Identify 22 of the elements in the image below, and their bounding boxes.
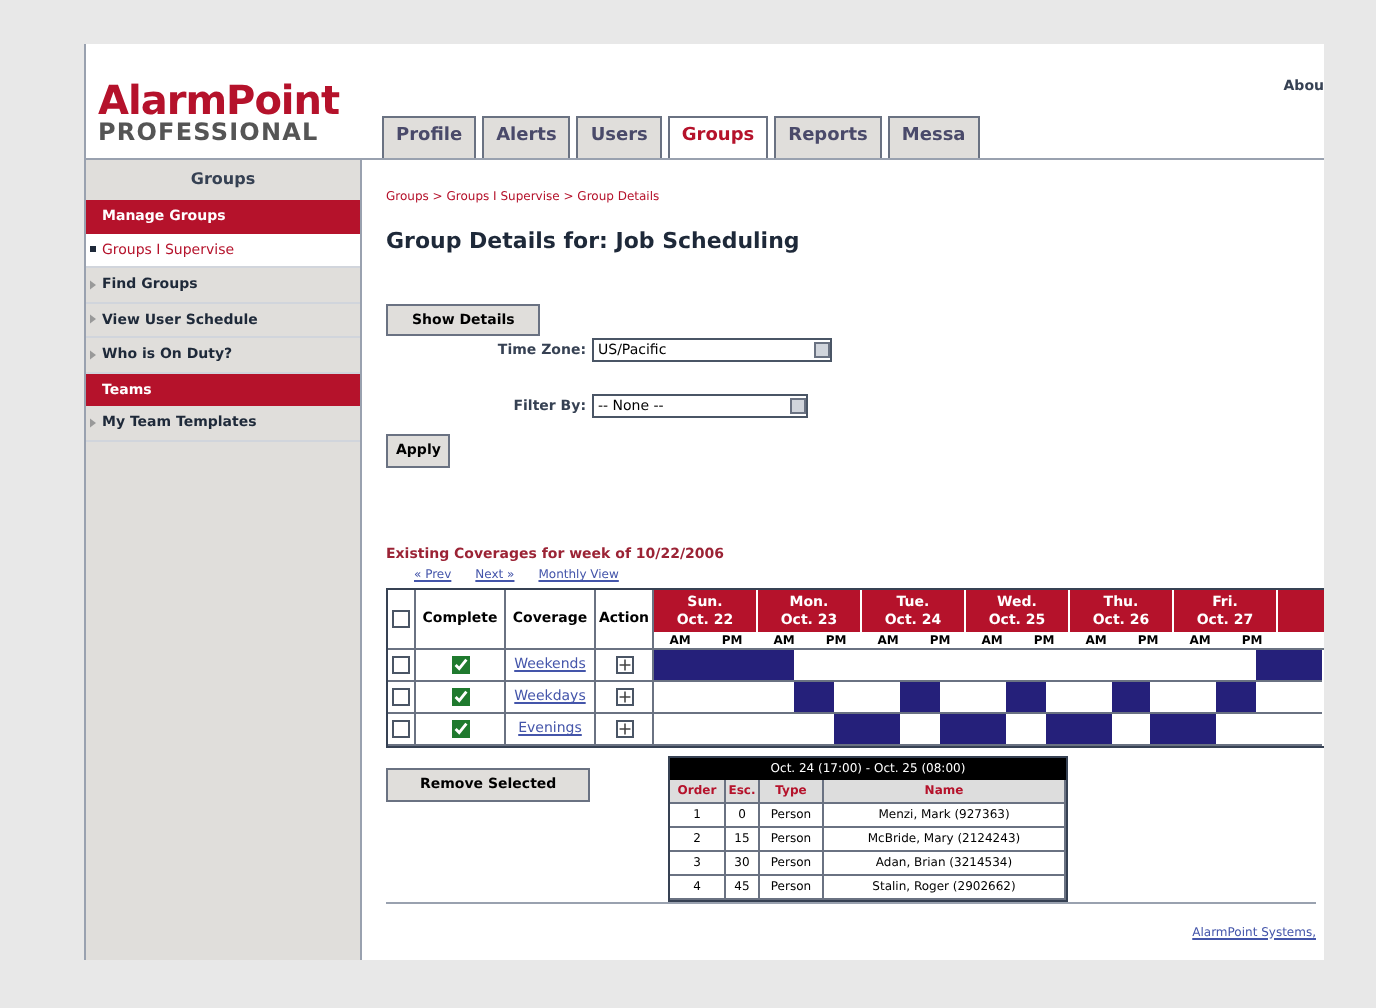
sidebar-title: Groups xyxy=(188,168,258,192)
expand-icon[interactable] xyxy=(615,688,633,706)
bullet-icon xyxy=(90,246,96,253)
checkbox[interactable] xyxy=(392,688,410,706)
checkbox[interactable] xyxy=(392,720,410,738)
chevron-icon xyxy=(90,349,96,360)
page-title: Group Details for: Job Scheduling xyxy=(386,226,802,258)
tab[interactable]: Messa xyxy=(887,115,980,158)
chevron-icon xyxy=(90,279,96,290)
chevron-icon xyxy=(90,314,96,325)
expand-icon[interactable] xyxy=(615,720,633,738)
checkbox[interactable] xyxy=(392,656,410,674)
checkbox[interactable] xyxy=(392,610,410,628)
logo-subtitle: PROFESSIONAL xyxy=(98,120,321,144)
tab[interactable]: Users xyxy=(576,115,662,158)
expand-icon[interactable] xyxy=(615,656,633,674)
tab[interactable]: Alerts xyxy=(482,115,571,158)
logo-wordmark: AlarmPoint xyxy=(98,80,342,120)
tab[interactable]: Reports xyxy=(774,115,882,158)
tab[interactable]: Groups xyxy=(667,115,769,158)
tab[interactable]: Profile xyxy=(382,115,477,158)
chevron-icon xyxy=(90,417,96,428)
